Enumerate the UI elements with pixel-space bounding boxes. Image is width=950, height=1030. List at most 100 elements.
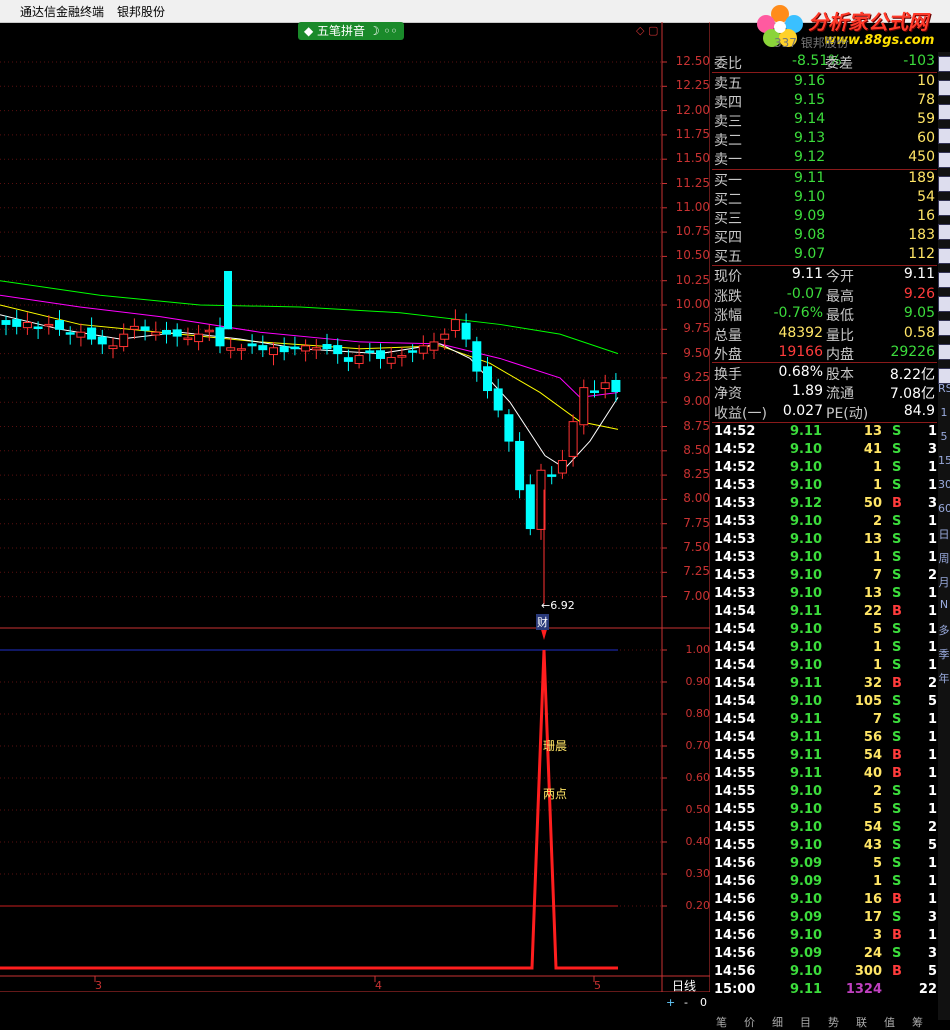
candle (343, 349, 353, 372)
panel-tab[interactable]: 目 (800, 1014, 811, 1030)
tick-row: 14:53 9.12 50 B 3 (714, 496, 937, 511)
bids-level[interactable]: 买一 9.11 189 (712, 170, 937, 189)
asks-level[interactable]: 卖三 9.14 59 (712, 111, 937, 130)
quote-row: 涨幅 -0.76% 最低 9.05 (714, 305, 935, 324)
tick-row: 14:54 9.10 105 S 5 (714, 694, 937, 709)
candle (108, 337, 118, 359)
panel-tab[interactable]: 势 (828, 1014, 839, 1030)
panel-tab[interactable]: 值 (884, 1014, 895, 1030)
asks-level[interactable]: 卖四 9.15 78 (712, 92, 937, 111)
quote-panel: 委比 -8.51% 委差 -103 卖五 9.16 10 卖四 9.15 78 卖三 9.14… (712, 52, 950, 1029)
toolbar-icon[interactable] (938, 80, 950, 96)
toolbar-icon[interactable] (938, 200, 950, 216)
asks-level[interactable]: 卖一 9.12 450 (712, 149, 937, 168)
period-button[interactable]: 15 (938, 454, 950, 467)
kline-chart[interactable] (0, 22, 710, 992)
zoom-reset-button[interactable]: 0 (700, 996, 707, 1009)
candle (12, 309, 22, 335)
period-button[interactable]: 多 (938, 622, 950, 638)
tick-row: 14:56 9.09 17 S 3 (714, 910, 937, 925)
price-axis-label: 7.75 (683, 515, 710, 530)
candle (236, 343, 246, 360)
asks-level[interactable]: 卖五 9.16 10 (712, 73, 937, 92)
panel-tab[interactable]: 筹 (912, 1014, 923, 1030)
toolbar-icon[interactable] (938, 248, 950, 264)
toolbar-icon[interactable] (938, 152, 950, 168)
panel-tab[interactable]: 联 (856, 1014, 867, 1030)
tick-row: 14:54 9.11 7 S 1 (714, 712, 937, 727)
period-button[interactable]: 30 (938, 478, 950, 491)
period-button[interactable]: 60 (938, 502, 950, 515)
toolbar-icon[interactable] (938, 56, 950, 72)
candlesticks (1, 270, 621, 605)
period-button[interactable]: N (938, 598, 950, 611)
date-label: 3 (95, 979, 102, 992)
tick-row: 14:53 9.10 7 S 2 (714, 568, 937, 583)
tick-row: 14:53 9.10 13 S 1 (714, 532, 937, 547)
asks-level[interactable]: 卖二 9.13 60 (712, 130, 937, 149)
candle (226, 338, 236, 359)
price-axis-label: 12.00 (675, 102, 710, 117)
toolbar-icon[interactable] (938, 296, 950, 312)
period-button[interactable]: 5 (938, 430, 950, 443)
candle (429, 332, 439, 359)
candle (504, 409, 514, 452)
period-button[interactable]: RS (938, 382, 950, 395)
date-label: 4 (375, 979, 382, 992)
zoom-in-button[interactable]: + (666, 996, 675, 1009)
logo-brand: 分析家公式网 (808, 10, 928, 34)
candle (386, 346, 396, 369)
candle (224, 270, 232, 330)
price-axis-label: 12.25 (675, 78, 710, 93)
tick-row: 14:55 9.10 2 S 1 (714, 784, 937, 799)
stock-name: 银邦股份 (117, 5, 166, 19)
price-axis-label: 11.00 (675, 199, 710, 214)
panel-tab[interactable]: 细 (772, 1014, 783, 1030)
indicator-axis-label: 0.60 (685, 771, 711, 784)
candle (290, 336, 300, 356)
candle (1, 315, 11, 336)
candle (311, 339, 321, 360)
tick-row: 14:53 9.10 1 S 1 (714, 550, 937, 565)
period-label[interactable]: 日线 (672, 977, 696, 994)
candle (87, 317, 97, 345)
toolbar-icon[interactable] (938, 176, 950, 192)
indicator-axis-label: 0.30 (685, 867, 711, 880)
period-button[interactable]: 1 (938, 406, 950, 419)
bids-level[interactable]: 买四 9.08 183 (712, 227, 937, 246)
price-axis-label: 9.50 (683, 345, 710, 360)
toolbar-icon[interactable] (938, 344, 950, 360)
indicator-axis-label: 0.80 (685, 707, 711, 720)
bids-level[interactable]: 买二 9.10 54 (712, 189, 937, 208)
period-button[interactable]: 年 (938, 670, 950, 686)
quote-row: 收益(一) 0.027 PE(动) 84.9 (714, 402, 935, 422)
panel-tab[interactable]: 价 (744, 1014, 755, 1030)
price-axis-label: 8.00 (683, 491, 710, 506)
toolbar-icon[interactable] (938, 224, 950, 240)
bids-level[interactable]: 买三 9.09 16 (712, 208, 937, 227)
indicator-axis-label: 0.20 (685, 899, 711, 912)
panel-tab[interactable]: 笔 (716, 1014, 727, 1030)
toolbar-icon[interactable] (938, 104, 950, 120)
ma60-line (0, 280, 619, 355)
price-axis-label: 10.75 (675, 224, 710, 239)
toolbar-icon[interactable] (938, 128, 950, 144)
candle (162, 321, 171, 344)
tick-row: 14:53 9.10 13 S 1 (714, 586, 937, 601)
candle (525, 474, 535, 536)
right-toolbar: RS 1 5 15 30 60 日周月 N 多季年 (938, 52, 950, 1020)
period-button[interactable]: 周 (938, 550, 950, 566)
period-button[interactable]: 月 (938, 574, 950, 590)
price-axis-label: 10.25 (675, 272, 710, 287)
toolbar-icon[interactable] (938, 320, 950, 336)
toolbar-icon[interactable] (938, 272, 950, 288)
indicator-axis-label: 0.70 (685, 739, 711, 752)
price-axis-label: 9.25 (683, 369, 710, 384)
period-button[interactable]: 日 (938, 526, 950, 542)
indicator-axis-label: 0.50 (685, 803, 711, 816)
period-button[interactable]: 季 (938, 646, 950, 662)
bids-level[interactable]: 买五 9.07 112 (712, 246, 937, 265)
date-label: 5 (594, 979, 601, 992)
candle (119, 323, 129, 352)
zoom-out-button[interactable]: - (684, 996, 688, 1009)
